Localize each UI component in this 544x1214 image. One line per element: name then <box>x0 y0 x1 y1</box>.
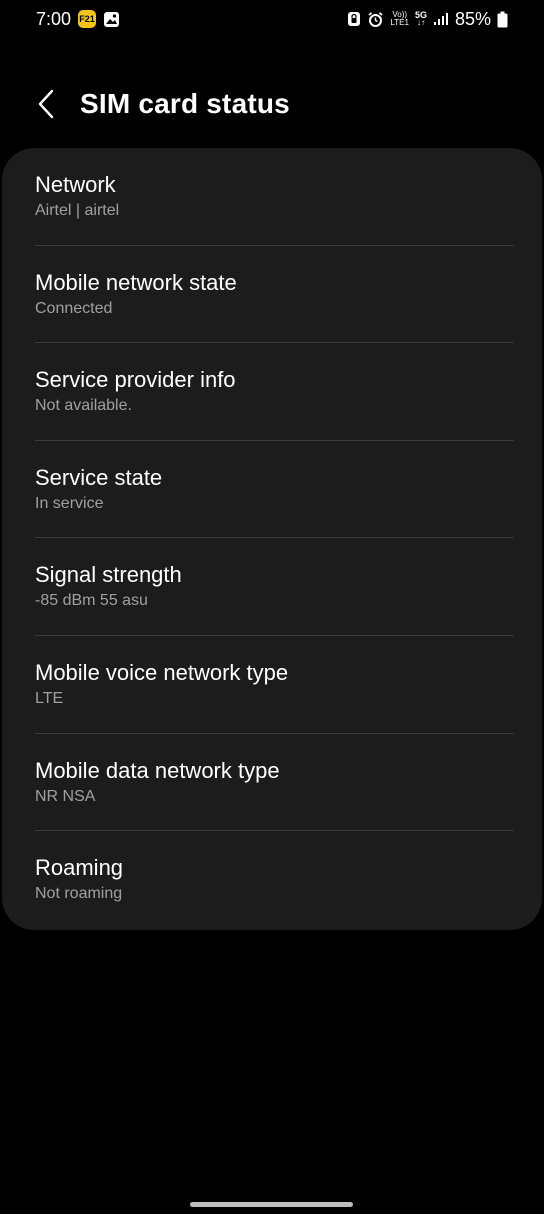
item-value: NR NSA <box>35 787 96 805</box>
list-item-roaming[interactable]: Roaming Not roaming <box>35 831 514 929</box>
item-title: Service provider info <box>35 367 236 393</box>
battery-icon <box>497 11 508 28</box>
item-title: Mobile data network type <box>35 757 280 783</box>
list-item-signal-strength[interactable]: Signal strength -85 dBm 55 asu <box>35 538 514 636</box>
item-title: Service state <box>35 464 163 490</box>
status-right: Vo)) LTE1 5G ↓↑ 85% <box>347 9 508 30</box>
status-left: 7:00 F21 <box>36 9 120 30</box>
alarm-icon <box>367 11 384 28</box>
list-item-mobile-voice-network-type[interactable]: Mobile voice network type LTE <box>35 636 514 734</box>
5g-icon: 5G ↓↑ <box>415 11 427 27</box>
lock-icon <box>347 11 361 27</box>
volte-icon: Vo)) LTE1 <box>390 11 409 27</box>
item-value: Not available. <box>35 397 132 415</box>
status-time: 7:00 <box>36 8 72 29</box>
item-value: -85 dBm 55 asu <box>35 592 148 610</box>
back-button[interactable] <box>30 86 62 122</box>
list-item-network[interactable]: Network Airtel | airtel <box>35 148 514 246</box>
item-value: Connected <box>35 299 113 317</box>
f21-badge-icon: F21 <box>78 10 97 28</box>
volte-bottom: LTE1 <box>390 18 409 27</box>
sim-status-card: Network Airtel | airtel Mobile network s… <box>2 148 542 930</box>
item-value: In service <box>35 494 104 512</box>
item-title: Mobile network state <box>35 269 237 295</box>
chevron-left-icon <box>38 89 54 119</box>
item-value: Not roaming <box>35 885 123 903</box>
status-bar: 7:00 F21 Vo)) LTE1 5G ↓↑ 85% <box>0 0 544 38</box>
list-item-service-state[interactable]: Service state In service <box>35 441 514 539</box>
page-title: SIM card status <box>80 88 290 119</box>
signal-icon <box>433 12 449 26</box>
item-title: Network <box>35 172 116 197</box>
battery-level: 85% <box>454 8 491 29</box>
header: SIM card status <box>0 76 544 132</box>
list-item-mobile-data-network-type[interactable]: Mobile data network type NR NSA <box>35 734 514 832</box>
home-indicator[interactable] <box>190 1202 353 1207</box>
network-bottom: ↓↑ <box>416 18 425 27</box>
gallery-icon <box>103 11 120 28</box>
item-value: Airtel | airtel <box>35 202 120 219</box>
item-title: Mobile voice network type <box>35 659 289 685</box>
list-item-service-provider-info[interactable]: Service provider info Not available. <box>35 343 514 441</box>
item-value: LTE <box>35 689 64 707</box>
list-item-mobile-network-state[interactable]: Mobile network state Connected <box>35 246 514 344</box>
item-title: Signal strength <box>35 562 182 588</box>
item-title: Roaming <box>35 855 124 881</box>
